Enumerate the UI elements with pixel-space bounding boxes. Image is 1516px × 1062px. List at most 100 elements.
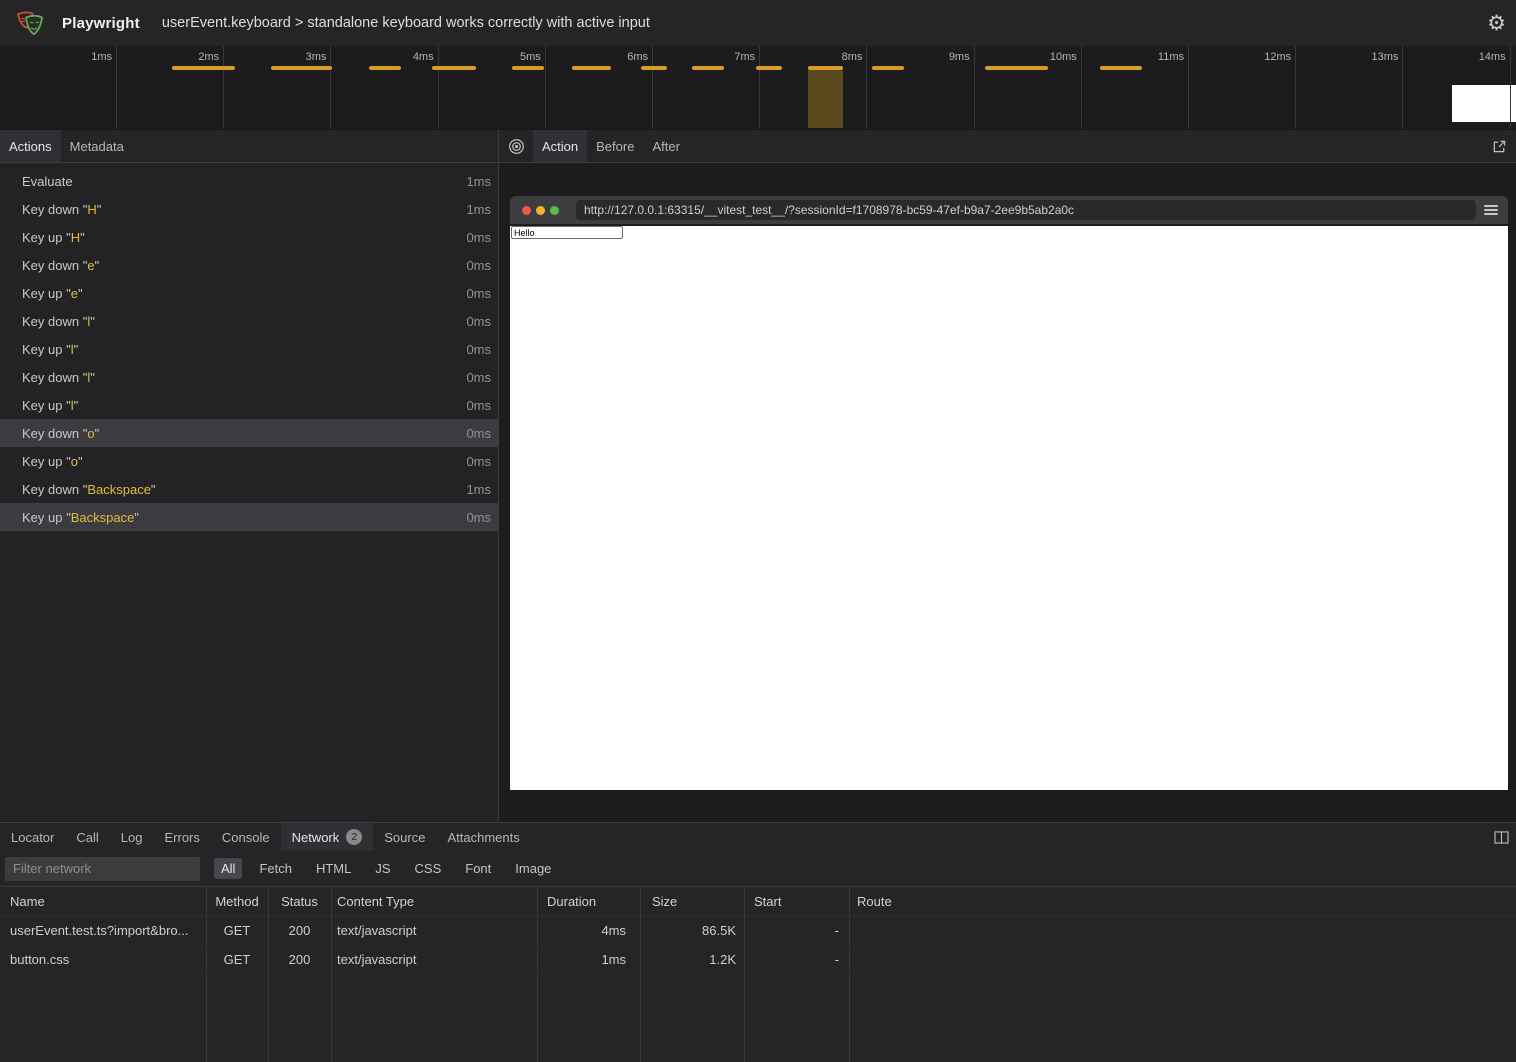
tab-log-label: Log — [121, 830, 143, 845]
cell-content-type: text/javascript — [331, 923, 537, 938]
timeline-grid-line — [545, 46, 546, 129]
tab-network[interactable]: Network2 — [281, 823, 374, 851]
timeline-action-tick — [1100, 66, 1142, 70]
tab-errors-label: Errors — [164, 830, 199, 845]
timeline[interactable]: 1ms2ms3ms4ms5ms6ms7ms8ms9ms10ms11ms12ms1… — [0, 46, 1516, 130]
tab-actions[interactable]: Actions — [0, 130, 61, 162]
cell-status: 200 — [268, 952, 331, 967]
network-count-badge: 2 — [346, 829, 362, 845]
details-panel: Locator Call Log Errors ConsoleNetwork2 Sourc… — [0, 822, 1516, 1062]
tab-call-label: Call — [76, 830, 98, 845]
filter-chip-font[interactable]: Font — [458, 858, 498, 879]
action-duration: 0ms — [466, 286, 491, 301]
filter-chip-fetch[interactable]: Fetch — [252, 858, 299, 879]
tab-log[interactable]: Log — [110, 823, 154, 851]
cell-start: - — [744, 923, 849, 938]
window-dot-yellow — [536, 206, 545, 215]
network-table-header: NameMethodStatusContent TypeDurationSize… — [0, 887, 1516, 916]
timeline-action-tick — [369, 66, 401, 70]
timeline-grid-line — [116, 46, 117, 129]
cell-duration: 4ms — [537, 923, 640, 938]
action-row[interactable]: Key up "e"0ms — [0, 279, 498, 307]
tab-before[interactable]: Before — [587, 130, 643, 162]
action-title-quote: " — [97, 202, 102, 217]
tab-call[interactable]: Call — [65, 823, 109, 851]
network-filter-input[interactable] — [5, 857, 200, 881]
action-row[interactable]: Key up "H"0ms — [0, 223, 498, 251]
network-table-row[interactable]: userEvent.test.ts?import&bro...GET200tex… — [0, 916, 1516, 945]
action-title-quote: " — [78, 454, 83, 469]
action-title-quote: " — [151, 482, 156, 497]
action-row[interactable]: Key up "l"0ms — [0, 335, 498, 363]
header-cell-duration: Duration — [537, 894, 640, 909]
timeline-action-tick — [172, 66, 235, 70]
tab-after[interactable]: After — [643, 130, 688, 162]
snapshot-area: http://127.0.0.1:63315/__vitest_test__/?… — [499, 163, 1516, 822]
main-split: ActionsMetadata Evaluate1msKey down "H"1… — [0, 130, 1516, 822]
action-duration: 0ms — [466, 426, 491, 441]
action-row[interactable]: Key up "l"0ms — [0, 391, 498, 419]
tab-source-label: Source — [384, 830, 425, 845]
filter-chip-image[interactable]: Image — [508, 858, 558, 879]
window-dot-green — [550, 206, 559, 215]
timeline-time-label: 8ms — [802, 51, 862, 63]
tab-locator[interactable]: Locator — [0, 823, 65, 851]
tab-errors[interactable]: Errors — [153, 823, 210, 851]
timeline-action-tick — [692, 66, 724, 70]
pick-locator-icon[interactable] — [499, 130, 533, 162]
cell-method: GET — [206, 952, 268, 967]
timeline-action-tick — [808, 66, 843, 70]
page-snapshot — [510, 226, 1508, 790]
tab-metadata[interactable]: Metadata — [61, 130, 133, 162]
timeline-action-tick — [271, 66, 332, 70]
filter-chip-css[interactable]: CSS — [408, 858, 449, 879]
filter-chip-js[interactable]: JS — [368, 858, 397, 879]
timeline-action-tick — [756, 66, 782, 70]
network-table-row[interactable]: button.cssGET200text/javascript1ms1.2K- — [0, 945, 1516, 974]
tab-console[interactable]: Console — [211, 823, 281, 851]
action-title: Evaluate — [22, 174, 73, 189]
tab-source[interactable]: Source — [373, 823, 436, 851]
action-duration: 0ms — [466, 258, 491, 273]
split-view-icon[interactable] — [1486, 823, 1516, 851]
tab-attachments-label: Attachments — [447, 830, 519, 845]
settings-gear-icon[interactable]: ⚙ — [1487, 13, 1506, 34]
playwright-trace-viewer: Playwright userEvent.keyboard > standalo… — [0, 0, 1516, 1062]
header-cell-route: Route — [849, 894, 1516, 909]
action-title-quote: " — [90, 370, 95, 385]
timeline-selected-range[interactable] — [808, 70, 843, 128]
filter-chip-all[interactable]: All — [214, 858, 242, 879]
timeline-grid-line — [974, 46, 975, 129]
timeline-time-label: 3ms — [266, 51, 326, 63]
browser-chrome: http://127.0.0.1:63315/__vitest_test__/?… — [510, 196, 1508, 224]
timeline-grid-line — [652, 46, 653, 129]
action-row[interactable]: Key down "l"0ms — [0, 307, 498, 335]
timeline-time-label: 6ms — [588, 51, 648, 63]
cell-size: 1.2K — [640, 952, 744, 967]
header-cell-name: Name — [0, 894, 206, 909]
action-title-quote: " — [74, 398, 79, 413]
tab-attachments[interactable]: Attachments — [436, 823, 530, 851]
tab-action[interactable]: Action — [533, 130, 587, 162]
timeline-time-label: 7ms — [695, 51, 755, 63]
timeline-time-label: 2ms — [159, 51, 219, 63]
action-row[interactable]: Key up "o"0ms — [0, 447, 498, 475]
timeline-grid-line — [330, 46, 331, 129]
action-row[interactable]: Evaluate1ms — [0, 167, 498, 195]
action-duration: 0ms — [466, 398, 491, 413]
action-row[interactable]: Key down "o"0ms — [0, 419, 498, 447]
action-row[interactable]: Key down "Backspace"1ms — [0, 475, 498, 503]
page-text-input[interactable] — [511, 226, 623, 239]
action-row[interactable]: Key down "H"1ms — [0, 195, 498, 223]
browser-menu-icon[interactable] — [1484, 205, 1498, 217]
timeline-action-tick — [641, 66, 667, 70]
action-row[interactable]: Key down "l"0ms — [0, 363, 498, 391]
filter-chip-html[interactable]: HTML — [309, 858, 358, 879]
header-cell-content-type: Content Type — [331, 894, 537, 909]
action-title: Key down " — [22, 370, 87, 385]
action-row[interactable]: Key down "e"0ms — [0, 251, 498, 279]
film-strip-thumbnail[interactable] — [1452, 85, 1516, 122]
action-row[interactable]: Key up "Backspace"0ms — [0, 503, 498, 531]
open-external-icon[interactable] — [1484, 130, 1514, 162]
action-title-quote: " — [134, 510, 139, 525]
